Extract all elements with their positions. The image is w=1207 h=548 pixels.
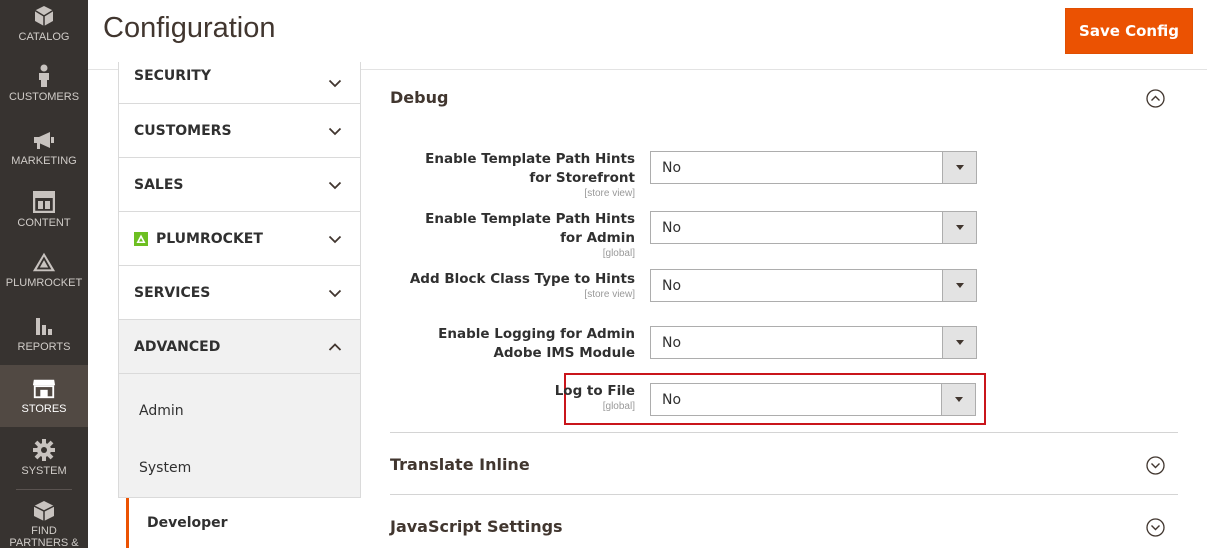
chevron-down-icon — [328, 79, 342, 88]
nav-item-stores[interactable]: STORES — [0, 365, 88, 427]
tab-advanced[interactable]: ADVANCED — [118, 320, 361, 374]
expand-circle-icon[interactable] — [1146, 456, 1165, 475]
select-value: No — [662, 391, 682, 408]
chevron-up-icon — [328, 342, 342, 351]
dropdown-arrow-icon — [942, 152, 976, 183]
chevron-down-icon — [328, 181, 342, 189]
section-divider — [390, 432, 1178, 433]
tab-item-label: Admin — [139, 403, 184, 419]
template-hints-storefront-select[interactable]: No — [650, 151, 977, 184]
admin-sidebar: CATALOG CUSTOMERS MARKETING CONTENT PLUM… — [0, 0, 88, 548]
save-config-button[interactable]: Save Config — [1065, 8, 1193, 54]
select-value: No — [662, 219, 682, 236]
tab-label: CUSTOMERS — [134, 122, 232, 139]
scope-label: [global] — [602, 248, 635, 259]
nav-label: PLUMROCKET — [5, 277, 83, 289]
select-value: No — [662, 159, 682, 176]
nav-label: MARKETING — [11, 155, 77, 167]
tab-customers[interactable]: CUSTOMERS — [118, 104, 361, 158]
nav-item-reports[interactable]: REPORTS — [0, 314, 88, 356]
section-title-debug[interactable]: Debug — [390, 88, 448, 107]
tab-item-label: System — [139, 460, 192, 476]
nav-label: SYSTEM — [21, 465, 67, 477]
dropdown-arrow-icon — [942, 212, 976, 243]
tab-label: SALES — [134, 176, 184, 193]
nav-label: CATALOG — [18, 31, 70, 43]
dropdown-arrow-icon — [942, 327, 976, 358]
chevron-down-icon — [328, 235, 342, 243]
tab-label: ADVANCED — [134, 338, 221, 355]
tab-item-admin[interactable]: Admin — [118, 374, 361, 448]
nav-label: REPORTS — [17, 341, 71, 353]
collapse-circle-icon[interactable] — [1146, 89, 1165, 108]
plumrocket-icon — [32, 250, 56, 274]
plumrocket-logo-icon — [134, 231, 148, 246]
tab-sales[interactable]: SALES — [118, 158, 361, 212]
scope-label: [global] — [602, 401, 635, 412]
nav-label: FIND PARTNERS & EXTENSIONS — [9, 525, 79, 548]
chevron-down-icon — [328, 127, 342, 135]
field-label-block-class-hints: Add Block Class Type to Hints [store vie… — [385, 270, 635, 300]
section-title-translate-inline[interactable]: Translate Inline — [390, 455, 530, 474]
block-class-hints-select[interactable]: No — [650, 269, 977, 302]
nav-label: CUSTOMERS — [8, 91, 80, 103]
field-label-logging-adobe-ims: Enable Logging for Admin Adobe IMS Modul… — [438, 326, 635, 361]
expand-circle-icon[interactable] — [1146, 518, 1165, 537]
gear-icon — [32, 438, 56, 462]
boxes-icon — [32, 500, 56, 522]
template-hints-admin-select[interactable]: No — [650, 211, 977, 244]
tab-item-developer[interactable]: Developer — [126, 498, 228, 548]
tab-services[interactable]: SERVICES — [118, 266, 361, 320]
nav-item-find-partners[interactable]: FIND PARTNERS & EXTENSIONS — [0, 500, 88, 548]
dropdown-arrow-icon — [942, 270, 976, 301]
bar-chart-icon — [32, 314, 56, 338]
nav-item-system[interactable]: SYSTEM — [0, 438, 88, 480]
nav-item-marketing[interactable]: MARKETING — [0, 128, 88, 170]
nav-divider — [16, 489, 72, 490]
dropdown-arrow-icon — [941, 384, 975, 415]
tab-label: PLUMROCKET — [156, 230, 263, 247]
nav-item-customers[interactable]: CUSTOMERS — [0, 64, 88, 108]
nav-item-catalog[interactable]: CATALOG — [0, 4, 88, 46]
store-icon — [32, 376, 56, 400]
select-value: No — [662, 334, 682, 351]
nav-label: STORES — [21, 403, 67, 415]
field-label-log-to-file: Log to File [global] — [515, 382, 635, 412]
field-label-template-hints-storefront: Enable Template Path Hints for Storefron… — [405, 150, 635, 199]
tab-item-system[interactable]: System — [118, 448, 361, 498]
nav-label: CONTENT — [17, 217, 71, 229]
page-title: Configuration — [103, 12, 276, 44]
chevron-down-icon — [328, 289, 342, 297]
logging-adobe-ims-select[interactable]: No — [650, 326, 977, 359]
person-icon — [32, 64, 56, 88]
cube-icon — [32, 4, 56, 28]
nav-item-plumrocket[interactable]: PLUMROCKET — [0, 250, 88, 294]
tab-item-label: Developer — [147, 515, 228, 531]
tab-security[interactable]: SECURITY — [118, 62, 361, 104]
section-divider — [390, 494, 1178, 495]
field-label-template-hints-admin: Enable Template Path Hints for Admin [gl… — [405, 210, 635, 259]
megaphone-icon — [32, 128, 56, 152]
scope-label: [store view] — [584, 188, 635, 199]
section-title-javascript-settings[interactable]: JavaScript Settings — [390, 517, 563, 536]
layout-icon — [32, 190, 56, 214]
log-to-file-select[interactable]: No — [650, 383, 976, 416]
tab-plumrocket[interactable]: PLUMROCKET — [118, 212, 361, 266]
nav-item-content[interactable]: CONTENT — [0, 190, 88, 232]
tab-label: SERVICES — [134, 284, 211, 301]
select-value: No — [662, 277, 682, 294]
tab-label: SECURITY — [134, 68, 211, 84]
scope-label: [store view] — [584, 289, 635, 300]
